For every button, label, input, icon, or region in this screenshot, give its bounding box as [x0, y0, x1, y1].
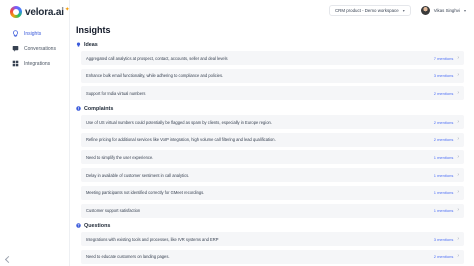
mentions-count: 1 mentions — [433, 154, 454, 160]
list-item[interactable]: Integrations with existing tools and pro… — [81, 232, 464, 247]
mentions-count: 1 mentions — [433, 190, 454, 196]
chevron-down-icon: ▾ — [402, 7, 405, 13]
list-item[interactable]: Use of US virtual numbers could potentia… — [81, 115, 464, 130]
chevron-down-icon: ▾ — [463, 7, 466, 13]
section-title: Questions — [84, 222, 111, 229]
chevron-right-icon: › — [457, 153, 459, 160]
insight-text: Delay in available of customer sentiment… — [86, 172, 190, 178]
insight-text: Support for India virtual numbers — [86, 90, 146, 96]
chevron-right-icon: › — [457, 118, 459, 125]
list-item[interactable]: Refine pricing for additional services l… — [81, 132, 464, 147]
chevron-right-icon: › — [457, 235, 459, 242]
page-title: Insights — [76, 25, 111, 35]
mentions-count: 2 mentions — [433, 90, 454, 96]
topbar: CRM product - Demo workspace ▾ Vikas Sin… — [70, 0, 474, 20]
insight-text: Meeting participants not identified corr… — [86, 190, 205, 196]
lightbulb-icon — [76, 42, 81, 47]
app-logo[interactable]: velora.ai ✦ — [10, 5, 70, 19]
sidebar-item-label: Integrations — [24, 60, 51, 67]
workspace-selector[interactable]: CRM product - Demo workspace ▾ — [329, 4, 411, 16]
list-item[interactable]: Delay in available of customer sentiment… — [81, 168, 464, 183]
insight-text: Integrations with existing tools and pro… — [86, 236, 219, 242]
list-item[interactable]: Enhance bulk email functionality, while … — [81, 68, 464, 83]
main-content: Insights Ideas Aggregated call analytics… — [70, 20, 474, 266]
insight-text: Customer support satisfaction — [86, 208, 141, 213]
sidebar-item-label: Insights — [24, 30, 42, 37]
sidebar-item-insights[interactable]: Insights — [0, 26, 70, 41]
insight-text: Need to educate customers on landing pag… — [86, 254, 170, 260]
insight-text: Use of US virtual numbers could potentia… — [86, 119, 272, 125]
mentions-count: 7 mentions — [433, 55, 454, 61]
chevron-right-icon: › — [457, 136, 459, 143]
section-title: Ideas — [84, 41, 98, 48]
avatar — [420, 5, 430, 15]
chevron-right-icon: › — [457, 89, 459, 96]
list-item[interactable]: Need to educate customers on landing pag… — [81, 249, 464, 264]
chevron-right-icon: › — [457, 72, 459, 79]
list-item[interactable]: Customer support satisfaction 1 mentions… — [81, 203, 464, 218]
section-title: Complaints — [84, 105, 114, 112]
sidebar-item-label: Conversations — [24, 45, 56, 52]
list-item[interactable]: Need to simplify the user experience. 1 … — [81, 150, 464, 165]
mentions-count: 2 mentions — [433, 119, 454, 125]
svg-text:?: ? — [78, 224, 80, 228]
mentions-count: 2 mentions — [433, 137, 454, 143]
mentions-count: 1 mentions — [433, 208, 454, 213]
insight-text: Need to simplify the user experience. — [86, 154, 154, 160]
sidebar: velora.ai ✦ Insights Conversations Integ… — [0, 0, 70, 266]
logo-mark-icon — [10, 6, 22, 18]
section-questions-header: ? Questions — [76, 221, 464, 230]
chevron-right-icon: › — [457, 171, 459, 178]
user-menu[interactable]: Vikas Singhvi ▾ — [420, 5, 466, 15]
grid-icon — [12, 60, 19, 67]
chevron-right-icon: › — [457, 253, 459, 260]
lightbulb-icon — [12, 30, 19, 37]
sidebar-item-integrations[interactable]: Integrations — [0, 56, 70, 71]
mentions-count: 3 mentions — [433, 73, 454, 79]
list-item[interactable]: Aggregated call analytics at prospect, c… — [81, 51, 464, 65]
complaint-icon — [76, 106, 81, 111]
workspace-label: CRM product - Demo workspace — [335, 7, 399, 13]
section-complaints-header: Complaints — [76, 104, 464, 113]
chat-icon — [12, 45, 19, 52]
chevron-right-icon: › — [457, 207, 459, 213]
mentions-count: 3 mentions — [433, 236, 454, 242]
list-item[interactable]: Support for India virtual numbers 2 ment… — [81, 86, 464, 101]
sidebar-nav: Insights Conversations Integrations — [0, 26, 70, 71]
collapse-sidebar-icon[interactable] — [4, 255, 13, 264]
section-ideas-header: Ideas — [76, 40, 464, 49]
chevron-right-icon: › — [457, 54, 459, 61]
insight-text: Aggregated call analytics at prospect, c… — [86, 55, 228, 61]
mentions-count: 1 mentions — [433, 172, 454, 178]
mentions-count: 2 mentions — [433, 254, 454, 260]
question-icon: ? — [76, 223, 81, 228]
chevron-right-icon: › — [457, 189, 459, 196]
insight-text: Enhance bulk email functionality, while … — [86, 73, 224, 79]
logo-text: velora.ai — [25, 6, 64, 18]
list-item[interactable]: Meeting participants not identified corr… — [81, 185, 464, 200]
user-name: Vikas Singhvi — [433, 7, 460, 13]
insight-text: Refine pricing for additional services l… — [86, 137, 276, 143]
sidebar-item-conversations[interactable]: Conversations — [0, 41, 70, 56]
